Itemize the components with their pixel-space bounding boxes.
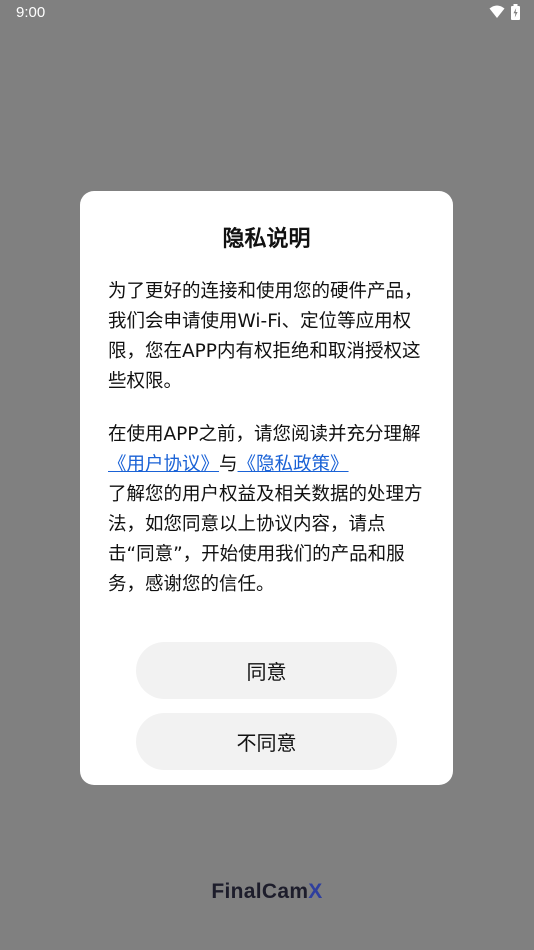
brand-name-accent: X <box>308 880 323 903</box>
dialog-body: 为了更好的连接和使用您的硬件产品，我们会申请使用Wi-Fi、定位等应用权限，您在… <box>108 277 430 600</box>
brand-name-main: FinalCam <box>211 880 309 903</box>
dialog-title: 隐私说明 <box>222 227 311 252</box>
agreement-text-and: 与 <box>219 454 238 475</box>
privacy-dialog: 隐私说明 为了更好的连接和使用您的硬件产品，我们会申请使用Wi-Fi、定位等应用… <box>80 191 453 785</box>
disagree-button[interactable]: 不同意 <box>136 713 397 770</box>
permission-paragraph: 为了更好的连接和使用您的硬件产品，我们会申请使用Wi-Fi、定位等应用权限，您在… <box>108 281 423 392</box>
brand-logo: FinalCamX <box>0 880 534 904</box>
wifi-icon <box>489 5 505 18</box>
status-bar: 9:00 <box>0 0 534 28</box>
agreement-text-end: 了解您的用户权益及相关数据的处理方法，如您同意以上协议内容，请点击“同意”，开始… <box>108 484 423 595</box>
agree-button[interactable]: 同意 <box>136 642 397 699</box>
status-icons <box>489 4 520 20</box>
user-agreement-link[interactable]: 《用户协议》 <box>108 454 219 475</box>
privacy-policy-link[interactable]: 《隐私政策》 <box>238 454 349 475</box>
battery-icon <box>511 4 520 20</box>
status-time: 9:00 <box>16 4 46 21</box>
agreement-text-start: 在使用APP之前，请您阅读并充分理解 <box>108 424 421 445</box>
agreement-paragraph: 在使用APP之前，请您阅读并充分理解《用户协议》与《隐私政策》了解您的用户权益及… <box>108 420 430 600</box>
